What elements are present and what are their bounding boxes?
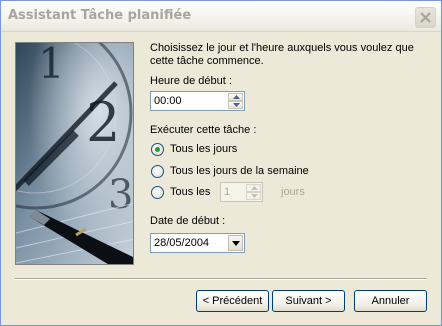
wizard-window: Assistant Tâche planifiée 1 2 3 Choisiss… bbox=[0, 0, 442, 326]
clock-pen-illustration: 1 2 3 bbox=[15, 42, 134, 265]
radio-button[interactable] bbox=[151, 165, 164, 178]
arrow-up-icon bbox=[251, 186, 258, 190]
svg-text:2: 2 bbox=[86, 91, 120, 154]
day-interval-spinner: 1 bbox=[220, 182, 263, 202]
arrow-up-icon bbox=[233, 95, 240, 99]
start-time-value[interactable]: 00:00 bbox=[154, 95, 182, 107]
close-icon bbox=[420, 12, 431, 23]
start-date-value[interactable]: 28/05/2004 bbox=[154, 237, 209, 249]
radio-button[interactable] bbox=[151, 143, 164, 156]
svg-text:1: 1 bbox=[38, 43, 65, 88]
instructions-text: Choisissez le jour et l'heure auxquels v… bbox=[150, 42, 414, 67]
wizard-content: 1 2 3 Choisissez le jour et l'heure auxq… bbox=[1, 32, 441, 325]
radio-every-n-days-label[interactable]: Tous les bbox=[170, 186, 210, 198]
start-time-label: Heure de début : bbox=[150, 75, 232, 87]
day-interval-up-button bbox=[246, 184, 261, 192]
radio-daily-label[interactable]: Tous les jours bbox=[170, 143, 237, 155]
day-interval-value: 1 bbox=[224, 186, 231, 198]
close-button[interactable] bbox=[415, 7, 436, 28]
radio-button[interactable] bbox=[151, 186, 164, 199]
radio-weekdays-label[interactable]: Tous les jours de la semaine bbox=[170, 165, 309, 177]
cancel-button[interactable]: Annuler bbox=[354, 290, 427, 312]
start-time-down-button[interactable] bbox=[228, 101, 243, 109]
start-date-picker[interactable]: 28/05/2004 bbox=[150, 233, 245, 253]
next-button[interactable]: Suivant > bbox=[272, 290, 345, 312]
start-time-up-button[interactable] bbox=[228, 93, 243, 101]
radio-selected-dot bbox=[155, 147, 160, 152]
svg-text:3: 3 bbox=[108, 172, 133, 218]
arrow-down-icon bbox=[233, 103, 240, 107]
window-title: Assistant Tâche planifiée bbox=[8, 8, 192, 23]
button-separator bbox=[15, 278, 427, 280]
back-button[interactable]: < Précédent bbox=[196, 290, 269, 312]
start-date-dropdown-button[interactable] bbox=[228, 235, 243, 251]
arrow-down-icon bbox=[251, 194, 258, 198]
run-task-label: Exécuter cette tâche : bbox=[150, 124, 257, 136]
days-suffix-label: jours bbox=[281, 186, 305, 198]
start-time-spinner[interactable]: 00:00 bbox=[150, 91, 245, 111]
day-interval-down-button bbox=[246, 192, 261, 200]
start-date-label: Date de début : bbox=[150, 215, 226, 227]
chevron-down-icon bbox=[232, 241, 240, 246]
title-bar[interactable]: Assistant Tâche planifiée bbox=[1, 1, 441, 32]
